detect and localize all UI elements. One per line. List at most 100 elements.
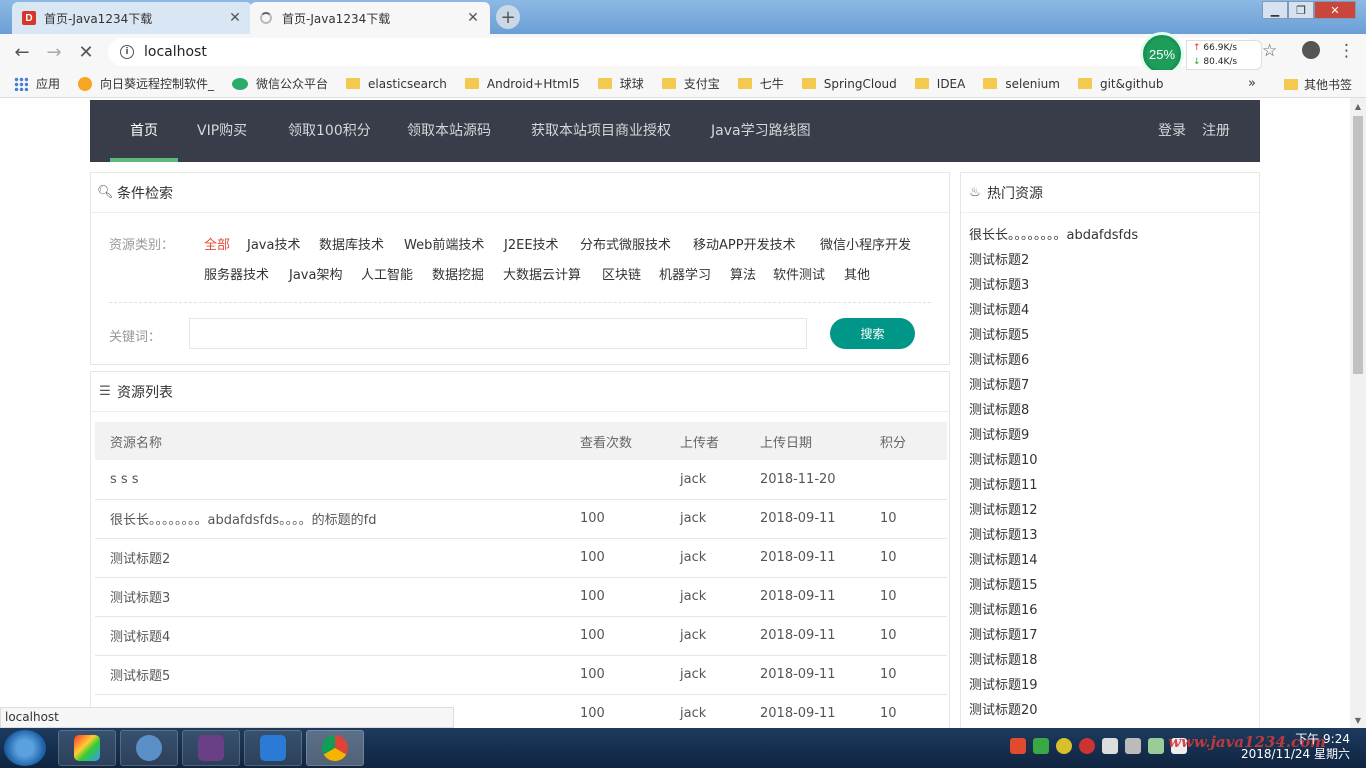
bookmark-folder[interactable]: 七牛: [737, 75, 784, 92]
list-item[interactable]: 测试标题8: [969, 398, 1259, 423]
keyword-input[interactable]: [189, 318, 807, 349]
bookmark-folder[interactable]: git&github: [1077, 77, 1163, 91]
column-header-name[interactable]: 资源名称: [95, 422, 565, 460]
tray-icon[interactable]: [1056, 738, 1072, 754]
category-item[interactable]: Java架构: [289, 264, 342, 283]
column-header-views[interactable]: 查看次数: [565, 422, 665, 460]
nav-license[interactable]: 获取本站项目商业授权: [531, 100, 671, 162]
nav-points[interactable]: 领取100积分: [288, 100, 371, 162]
table-row[interactable]: 测试标题5 100 jack 2018-09-11 10: [95, 655, 947, 695]
bookmark-folder[interactable]: SpringCloud: [801, 77, 897, 91]
category-item[interactable]: 数据库技术: [319, 234, 384, 253]
category-item[interactable]: 其他: [844, 264, 870, 283]
column-header-points[interactable]: 积分: [865, 422, 947, 460]
stop-loading-icon[interactable]: ✕: [74, 41, 98, 63]
scrollbar-thumb[interactable]: [1353, 116, 1363, 374]
tray-icon[interactable]: [1079, 738, 1095, 754]
close-icon[interactable]: ✕: [228, 10, 242, 26]
taskbar-app[interactable]: [182, 730, 240, 766]
table-row[interactable]: s s s jack 2018-11-20: [95, 460, 947, 500]
taskbar-app[interactable]: [120, 730, 178, 766]
list-item[interactable]: 测试标题18: [969, 648, 1259, 673]
search-button[interactable]: 搜索: [830, 318, 915, 349]
bookmark-folder[interactable]: selenium: [983, 77, 1060, 91]
flag-icon[interactable]: [1125, 738, 1141, 754]
browser-tab-1[interactable]: D 首页-Java1234下载 ✕: [12, 2, 252, 34]
category-item[interactable]: 微信小程序开发: [820, 234, 911, 253]
category-item[interactable]: Web前端技术: [404, 234, 484, 253]
list-item[interactable]: 测试标题14: [969, 548, 1259, 573]
list-item[interactable]: 测试标题12: [969, 498, 1259, 523]
minimize-button[interactable]: ▁: [1262, 1, 1288, 19]
bookmark-item[interactable]: 微信公众平台: [232, 75, 328, 92]
info-icon[interactable]: i: [120, 45, 134, 59]
list-item[interactable]: 测试标题9: [969, 423, 1259, 448]
cell-name[interactable]: s s s: [95, 460, 565, 500]
other-bookmarks[interactable]: 其他书签: [1284, 76, 1352, 93]
scroll-down-icon[interactable]: ▼: [1350, 712, 1366, 728]
category-all[interactable]: 全部: [204, 234, 230, 253]
category-item[interactable]: 数据挖掘: [432, 264, 484, 283]
list-item[interactable]: 测试标题2: [969, 248, 1259, 273]
forward-arrow-icon[interactable]: →: [42, 41, 66, 63]
scroll-up-icon[interactable]: ▲: [1350, 98, 1366, 114]
list-item[interactable]: 测试标题5: [969, 323, 1259, 348]
account-icon[interactable]: [1302, 41, 1320, 59]
category-item[interactable]: J2EE技术: [504, 234, 559, 253]
list-item[interactable]: 测试标题7: [969, 373, 1259, 398]
cell-name[interactable]: 测试标题2: [95, 538, 565, 578]
list-item[interactable]: 测试标题17: [969, 623, 1259, 648]
table-row[interactable]: 很长长。。。。。。。。abdafdsfds。。。。的标题的fd 100 jack…: [95, 499, 947, 539]
nav-vip[interactable]: VIP购买: [197, 100, 247, 162]
close-icon[interactable]: ✕: [466, 10, 480, 26]
table-row[interactable]: 测试标题4 100 jack 2018-09-11 10: [95, 616, 947, 656]
list-item[interactable]: 测试标题11: [969, 473, 1259, 498]
cell-name[interactable]: 测试标题4: [95, 616, 565, 656]
list-item[interactable]: 测试标题19: [969, 673, 1259, 698]
network-monitor-widget[interactable]: 25% ↑ 66.9K/s ↓ 80.4K/s: [1140, 32, 1266, 76]
taskbar-app-chrome[interactable]: [306, 730, 364, 766]
category-item[interactable]: 区块链: [602, 264, 641, 283]
bookmarks-overflow-button[interactable]: »: [1248, 76, 1256, 91]
category-item[interactable]: 软件测试: [773, 264, 825, 283]
bookmark-folder[interactable]: elasticsearch: [346, 77, 447, 91]
nav-roadmap[interactable]: Java学习路线图: [711, 100, 811, 162]
category-item[interactable]: 移动APP开发技术: [693, 234, 796, 253]
back-arrow-icon[interactable]: ←: [10, 41, 34, 63]
bookmark-star-icon[interactable]: ☆: [1262, 41, 1277, 61]
list-item[interactable]: 测试标题10: [969, 448, 1259, 473]
page-scrollbar[interactable]: ▲ ▼: [1350, 98, 1366, 728]
bookmark-folder[interactable]: IDEA: [914, 77, 965, 91]
list-item[interactable]: 测试标题13: [969, 523, 1259, 548]
list-item[interactable]: 测试标题20: [969, 698, 1259, 723]
list-item[interactable]: 测试标题3: [969, 273, 1259, 298]
cell-name[interactable]: 很长长。。。。。。。。abdafdsfds。。。。的标题的fd: [95, 499, 565, 539]
list-item[interactable]: 测试标题16: [969, 598, 1259, 623]
cell-name[interactable]: 测试标题3: [95, 577, 565, 617]
new-tab-button[interactable]: +: [496, 5, 520, 29]
nav-home[interactable]: 首页: [130, 100, 158, 162]
bookmark-folder[interactable]: 支付宝: [661, 75, 720, 92]
shield-icon[interactable]: [1033, 738, 1049, 754]
list-item[interactable]: 测试标题4: [969, 298, 1259, 323]
cell-name[interactable]: 测试标题5: [95, 655, 565, 695]
bookmark-apps[interactable]: 应用: [14, 75, 60, 92]
taskbar-app[interactable]: [58, 730, 116, 766]
category-item[interactable]: 人工智能: [361, 264, 413, 283]
category-item[interactable]: 算法: [730, 264, 756, 283]
column-header-uploader[interactable]: 上传者: [665, 422, 745, 460]
category-item[interactable]: 服务器技术: [204, 264, 269, 283]
network-icon[interactable]: [1102, 738, 1118, 754]
nav-source[interactable]: 领取本站源码: [407, 100, 491, 162]
bookmark-item[interactable]: 向日葵远程控制软件_: [78, 75, 214, 92]
column-header-date[interactable]: 上传日期: [745, 422, 865, 460]
category-item[interactable]: 分布式微服技术: [580, 234, 671, 253]
bookmark-folder[interactable]: 球球: [597, 75, 644, 92]
browser-tab-2[interactable]: 首页-Java1234下载 ✕: [250, 2, 490, 34]
taskbar-clock[interactable]: 下午 9:24 2018/11/24 星期六: [1240, 732, 1350, 762]
category-item[interactable]: 大数据云计算: [503, 264, 581, 283]
maximize-button[interactable]: ❐: [1288, 1, 1314, 19]
tray-icon[interactable]: [1148, 738, 1164, 754]
category-item[interactable]: Java技术: [247, 234, 300, 253]
menu-kebab-icon[interactable]: ⋮: [1338, 41, 1355, 61]
